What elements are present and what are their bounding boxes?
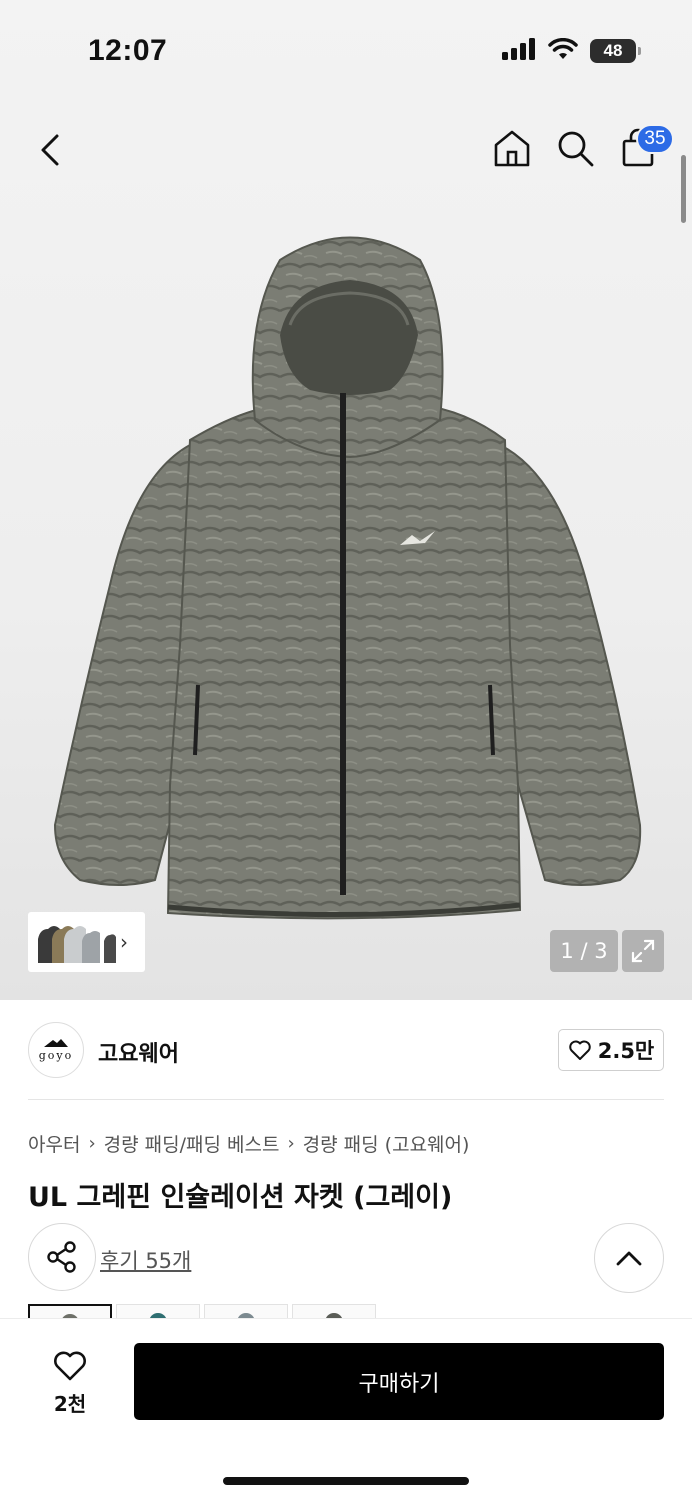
status-time: 12:07 bbox=[88, 34, 168, 67]
battery-level: 48 bbox=[603, 41, 623, 60]
breadcrumb-item[interactable]: 경량 패딩 (고요웨어) bbox=[303, 1130, 470, 1157]
share-button[interactable] bbox=[28, 1223, 96, 1291]
chevron-up-icon bbox=[616, 1251, 642, 1266]
mountain-icon bbox=[44, 1039, 68, 1047]
product-gallery: 12:07 48 35 › 1 / 3 bbox=[0, 0, 692, 1000]
color-variants bbox=[28, 1304, 376, 1318]
home-button[interactable] bbox=[490, 126, 534, 170]
product-title: UL 그레핀 인슐레이션 자켓 (그레이) bbox=[28, 1182, 453, 1213]
heart-icon bbox=[568, 1040, 591, 1060]
color-variant[interactable] bbox=[116, 1304, 200, 1318]
brand-logo[interactable]: goyo bbox=[28, 1022, 84, 1078]
status-icons: 48 bbox=[502, 37, 641, 64]
scrollbar[interactable] bbox=[681, 155, 686, 223]
header bbox=[0, 110, 692, 190]
status-bar: 12:07 48 bbox=[0, 0, 692, 100]
divider bbox=[28, 1099, 664, 1100]
brand-like-count: 2.5만 bbox=[597, 1039, 655, 1063]
color-variant[interactable] bbox=[28, 1304, 112, 1318]
search-button[interactable] bbox=[553, 126, 597, 170]
brand-like-button[interactable]: 2.5만 bbox=[558, 1029, 664, 1071]
cart-count-badge: 35 bbox=[636, 124, 674, 154]
chevron-right-icon: › bbox=[120, 930, 128, 954]
page-indicator: 1 / 3 bbox=[550, 930, 618, 972]
battery-icon: 48 bbox=[590, 39, 641, 63]
thumbnail-images bbox=[38, 926, 116, 963]
bottom-action-bar: 2천 구매하기 bbox=[0, 1318, 692, 1500]
signal-icon bbox=[502, 38, 536, 64]
chevron-right-icon: › bbox=[287, 1133, 295, 1154]
color-variant[interactable] bbox=[292, 1304, 376, 1318]
brand-row: goyo 고요웨어 2.5만 bbox=[0, 1000, 692, 1100]
product-image[interactable] bbox=[40, 225, 660, 925]
review-link[interactable]: 후기 55개 bbox=[100, 1245, 191, 1275]
back-button[interactable] bbox=[28, 128, 72, 172]
breadcrumb-item[interactable]: 아우터 bbox=[28, 1130, 80, 1157]
expand-icon bbox=[631, 939, 655, 963]
wifi-icon bbox=[548, 37, 578, 64]
breadcrumb: 아우터 › 경량 패딩/패딩 베스트 › 경량 패딩 (고요웨어) bbox=[28, 1130, 469, 1157]
brand-name[interactable]: 고요웨어 bbox=[98, 1036, 179, 1068]
wishlist-count: 2천 bbox=[53, 1391, 87, 1416]
color-variant[interactable] bbox=[204, 1304, 288, 1318]
scroll-top-button[interactable] bbox=[594, 1223, 664, 1293]
heart-icon bbox=[54, 1351, 86, 1380]
breadcrumb-item[interactable]: 경량 패딩/패딩 베스트 bbox=[104, 1130, 280, 1157]
brand-logo-text: goyo bbox=[38, 1049, 74, 1062]
home-indicator bbox=[223, 1477, 469, 1485]
color-thumbnails[interactable]: › bbox=[28, 912, 145, 972]
wishlist-button[interactable]: 2천 bbox=[30, 1345, 110, 1421]
share-icon bbox=[47, 1241, 76, 1273]
buy-button[interactable]: 구매하기 bbox=[134, 1343, 664, 1420]
expand-button[interactable] bbox=[622, 930, 664, 972]
search-icon bbox=[558, 131, 594, 167]
chevron-left-icon bbox=[41, 134, 59, 166]
chevron-right-icon: › bbox=[88, 1133, 96, 1154]
home-icon bbox=[494, 130, 530, 167]
